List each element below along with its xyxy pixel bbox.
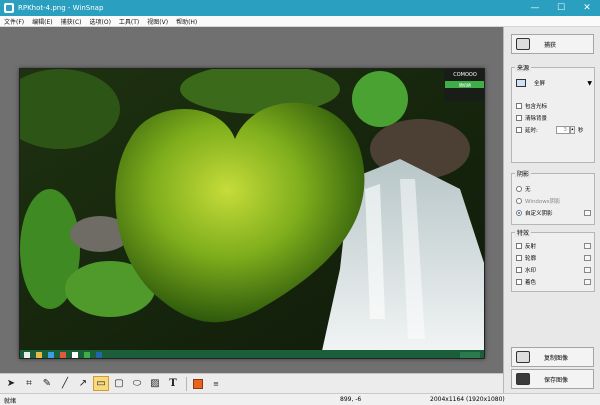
text-tool-icon[interactable]: T	[165, 376, 181, 391]
moss-heart-waterfall-image: COMOOO 随机换	[20, 69, 484, 358]
fill-color-swatch[interactable]	[190, 376, 206, 391]
menu-view[interactable]: 视图(V)	[143, 17, 172, 26]
outline-checkbox[interactable]	[516, 255, 522, 261]
toolbar-separator	[186, 376, 187, 391]
outline-label: 轮廓	[525, 256, 537, 262]
clear-background-option[interactable]: 清除背景	[516, 114, 547, 122]
source-group-title: 来源	[515, 63, 532, 72]
menu-tools[interactable]: 工具(T)	[115, 17, 143, 26]
delay-option[interactable]: 延时: 3 ▴ 秒	[516, 126, 583, 134]
captured-image[interactable]: COMOOO 随机换	[19, 68, 485, 359]
canvas-area[interactable]: COMOOO 随机换	[0, 27, 503, 373]
shadow-custom-label: 自定义阴影	[525, 211, 553, 217]
menu-help[interactable]: 帮助(H)	[172, 17, 201, 26]
line-tool-icon[interactable]: ╱	[57, 376, 73, 391]
drawing-toolbar: ➤ ⌗ ✎ ╱ ↗ ▭ ▢ ⬭ ▨ T ≡	[0, 373, 503, 393]
include-cursor-label: 包含光标	[525, 104, 548, 110]
reflection-label: 反射	[525, 244, 537, 250]
watermark-option[interactable]: 水印	[516, 266, 536, 274]
overlay-brand-text: COMOOO	[453, 72, 477, 78]
crop-tool-icon[interactable]: ⌗	[21, 376, 37, 391]
reflection-checkbox[interactable]	[516, 243, 522, 249]
ellipse-tool-icon[interactable]: ⬭	[129, 376, 145, 391]
status-text: 就绪	[4, 398, 17, 405]
overlay-button-text: 随机换	[459, 82, 471, 88]
tint-settings-button[interactable]	[584, 279, 591, 285]
capture-button[interactable]: 捕获	[511, 34, 594, 54]
cursor-coords: 899, -6	[340, 396, 362, 403]
rounded-rectangle-tool-icon[interactable]: ▢	[111, 376, 127, 391]
outline-settings-button[interactable]	[584, 255, 591, 261]
highlighter-tool-icon[interactable]: ✎	[39, 376, 55, 391]
line-width-icon[interactable]: ≡	[208, 376, 224, 391]
hatch-fill-tool-icon[interactable]: ▨	[147, 376, 163, 391]
source-mode-value: 全屏	[534, 81, 546, 87]
shadow-aero-label: Windows阴影	[525, 199, 561, 205]
title-bar: RPKhot-4.png - WinSnap — ☐ ✕	[0, 0, 600, 16]
save-image-label: 保存图像	[544, 376, 569, 384]
shadow-group: 阴影 无 Windows阴影 自定义阴影	[511, 169, 595, 225]
reflection-settings-button[interactable]	[584, 243, 591, 249]
source-mode-dropdown[interactable]: 全屏 ▼	[516, 77, 592, 89]
delay-unit: 秒	[577, 128, 584, 134]
pointer-tool-icon[interactable]: ➤	[3, 376, 19, 391]
image-dimensions: 2004x1164 (1920x1080)	[430, 396, 505, 403]
reflection-option[interactable]: 反射	[516, 242, 536, 250]
menu-capture[interactable]: 捕获(C)	[57, 17, 86, 26]
shadow-custom-option[interactable]: 自定义阴影	[516, 209, 553, 217]
shadow-none-label: 无	[525, 187, 531, 193]
tint-label: 着色	[525, 280, 537, 286]
save-disk-icon	[516, 373, 530, 385]
effects-group-title: 特效	[515, 228, 532, 237]
minimize-button[interactable]: —	[522, 0, 548, 16]
copy-image-label: 复制图像	[544, 354, 569, 362]
winsnap-app-icon	[4, 3, 14, 13]
menu-options[interactable]: 选项(O)	[86, 17, 115, 26]
outline-option[interactable]: 轮廓	[516, 254, 536, 262]
shadow-aero-radio[interactable]	[516, 198, 522, 204]
source-group: 来源 全屏 ▼ 包含光标 清除背景 延时: 3 ▴ 秒	[511, 63, 595, 163]
clear-background-checkbox[interactable]	[516, 115, 522, 121]
effects-group: 特效 反射 轮廓 水印 着色	[511, 228, 595, 292]
capture-label: 捕获	[544, 41, 557, 49]
chevron-down-icon: ▼	[587, 79, 592, 87]
copy-icon	[516, 351, 530, 363]
rectangle-tool-icon[interactable]: ▭	[93, 376, 109, 391]
arrow-tool-icon[interactable]: ↗	[75, 376, 91, 391]
tint-option[interactable]: 着色	[516, 278, 536, 286]
shadow-settings-button[interactable]	[584, 210, 591, 216]
shadow-aero-option[interactable]: Windows阴影	[516, 197, 561, 205]
delay-value: 3	[563, 127, 567, 133]
menu-bar: 文件(F) 编辑(E) 捕获(C) 选项(O) 工具(T) 视图(V) 帮助(H…	[0, 16, 600, 27]
delay-spinner[interactable]: 3	[555, 126, 570, 134]
menu-file[interactable]: 文件(F)	[0, 17, 28, 26]
watermark-settings-button[interactable]	[584, 267, 591, 273]
include-cursor-option[interactable]: 包含光标	[516, 102, 547, 110]
shadow-none-option[interactable]: 无	[516, 185, 531, 193]
maximize-button[interactable]: ☐	[548, 0, 574, 16]
delay-label: 延时:	[525, 128, 538, 134]
clear-background-label: 清除背景	[525, 116, 548, 122]
tint-checkbox[interactable]	[516, 279, 522, 285]
watermark-checkbox[interactable]	[516, 267, 522, 273]
camera-icon	[516, 38, 530, 50]
shadow-none-radio[interactable]	[516, 186, 522, 192]
shadow-custom-radio[interactable]	[516, 210, 522, 216]
shadow-group-title: 阴影	[515, 169, 532, 178]
status-bar: 就绪 899, -6 2004x1164 (1920x1080)	[0, 393, 600, 405]
copy-image-button[interactable]: 复制图像	[511, 347, 594, 367]
delay-checkbox[interactable]	[516, 127, 522, 133]
options-panel: 捕获 来源 全屏 ▼ 包含光标 清除背景 延时: 3 ▴ 秒 阴影 无 Wind…	[503, 27, 600, 393]
monitor-icon	[516, 79, 526, 87]
save-image-button[interactable]: 保存图像	[511, 369, 594, 389]
watermark-label: 水印	[525, 268, 537, 274]
spinner-arrows-icon[interactable]: ▴	[569, 126, 575, 134]
menu-edit[interactable]: 编辑(E)	[28, 17, 56, 26]
include-cursor-checkbox[interactable]	[516, 103, 522, 109]
close-button[interactable]: ✕	[574, 0, 600, 16]
window-title: RPKhot-4.png - WinSnap	[18, 4, 104, 12]
